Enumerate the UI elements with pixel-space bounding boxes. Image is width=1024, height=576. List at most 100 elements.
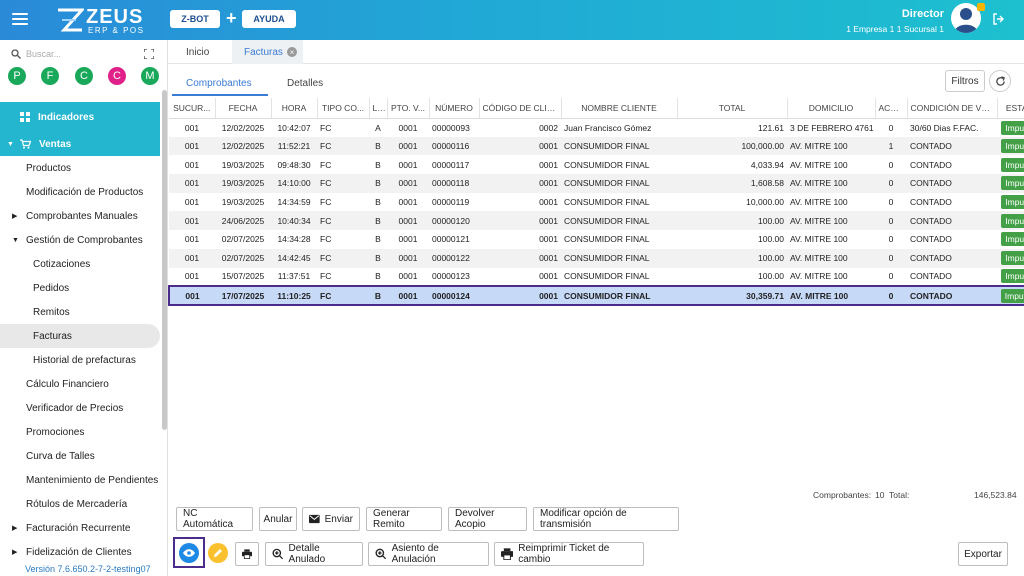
- table-row[interactable]: 001 19/03/2025 14:34:59 FC B 0001 00000119 0001…: [169, 193, 1024, 212]
- cell-hora: 14:42:45: [271, 248, 317, 268]
- total-label: Total:: [889, 490, 910, 500]
- cell-pto-venta: 0001: [398, 197, 418, 208]
- refresh-button[interactable]: [989, 70, 1011, 92]
- asiento-anulacion-button[interactable]: Asiento de Anulación: [368, 542, 489, 566]
- print-button[interactable]: [235, 542, 259, 566]
- cell-hora: 11:37:51: [277, 271, 311, 282]
- sidebar-item-facturas[interactable]: Facturas: [0, 324, 160, 348]
- ayuda-button[interactable]: AYUDA: [242, 10, 296, 28]
- table-row[interactable]: 001 02/07/2025 14:42:45 FC B 0001 00000122 0001…: [169, 248, 1024, 268]
- column-header-codigo-cliente[interactable]: CÓDIGO DE CLIEN...: [479, 98, 562, 119]
- column-header-nombre-cliente[interactable]: NOMBRE CLIENTE: [561, 98, 678, 119]
- sidebar-item-verificador-precios[interactable]: Verificador de Precios: [0, 396, 160, 420]
- comprobantes-count: 10: [875, 490, 885, 500]
- column-header-letra[interactable]: L...: [369, 98, 388, 119]
- cell-sucursal: 001: [184, 234, 200, 245]
- tab-inicio[interactable]: Inicio: [186, 40, 226, 64]
- exportar-button[interactable]: Exportar: [958, 542, 1008, 566]
- sidebar-item-label: Ventas: [39, 138, 72, 150]
- cell-tipo: FC: [320, 197, 332, 208]
- detalle-anulado-button[interactable]: Detalle Anulado: [265, 542, 363, 566]
- sidebar-scrollbar[interactable]: [162, 90, 167, 430]
- sidebar-item-curva-talles[interactable]: Curva de Talles: [0, 444, 160, 468]
- column-header-domicilio[interactable]: DOMICILIO: [787, 98, 876, 119]
- table-row[interactable]: 001 24/06/2025 10:40:34 FC B 0001 00000120 0001…: [169, 211, 1024, 231]
- edit-button[interactable]: [208, 543, 228, 563]
- column-header-condicion-venta[interactable]: CONDICIÓN DE VEN...: [907, 98, 998, 119]
- tab-detalles[interactable]: Detalles: [287, 78, 323, 89]
- status-badge: Imputado: [1001, 120, 1024, 135]
- cell-tipo: FC: [317, 285, 369, 306]
- devolver-acopio-button[interactable]: Devolver Acopio: [448, 507, 527, 531]
- column-header-fecha[interactable]: FECHA: [215, 98, 272, 119]
- table-row[interactable]: 001 19/03/2025 14:10:00 FC B 0001 00000118 0001…: [169, 174, 1024, 193]
- table-row[interactable]: 001 17/07/2025 11:10:25 FC B 0001 00000124 0001…: [168, 285, 1024, 306]
- quick-access-c[interactable]: C: [75, 67, 93, 85]
- column-header-acopio[interactable]: ACO...: [875, 98, 908, 119]
- table-row[interactable]: 001 12/02/2025 11:52:21 FC B 0001 00000116 0001…: [169, 136, 1024, 156]
- table-row[interactable]: 001 12/02/2025 10:42:07 FC A 0001 00000093 0002…: [169, 118, 1024, 137]
- sidebar-item-facturacion-recurrente[interactable]: ▶ Facturación Recurrente: [0, 516, 160, 540]
- table-row[interactable]: 001 15/07/2025 11:37:51 FC B 0001 00000123 0001…: [169, 268, 1024, 287]
- cell-sucursal: 001: [169, 248, 215, 268]
- cell-estado: Imputado: [997, 230, 1024, 249]
- sidebar-item-calculo-financiero[interactable]: Cálculo Financiero: [0, 372, 160, 396]
- status-badge: Imputado: [1001, 213, 1024, 228]
- sidebar-item-pedidos[interactable]: Pedidos: [0, 276, 160, 300]
- reimprimir-ticket-button[interactable]: Reimprimir Ticket de cambio: [494, 542, 644, 566]
- zeus-logo[interactable]: ZEUS ERP & POS: [56, 5, 146, 37]
- cell-tipo: FC: [320, 122, 332, 133]
- sidebar-item-promociones[interactable]: Promociones: [0, 420, 160, 444]
- cell-hora: 14:34:28: [277, 234, 311, 245]
- sidebar-item-mantenimiento-pendientes[interactable]: Mantenimiento de Pendientes: [0, 468, 160, 492]
- menu-icon[interactable]: [12, 13, 28, 25]
- cell-nombre-cliente: CONSUMIDOR FINAL: [561, 248, 677, 268]
- sidebar-item-indicadores[interactable]: Indicadores: [0, 102, 160, 132]
- column-header-pto-venta[interactable]: PTO. V...: [387, 98, 430, 119]
- quick-access-p[interactable]: P: [8, 67, 26, 85]
- column-header-hora[interactable]: HORA: [271, 98, 318, 119]
- sidebar-item-cotizaciones[interactable]: Cotizaciones: [0, 252, 160, 276]
- expand-icon[interactable]: [144, 49, 154, 59]
- cell-letra: B: [375, 234, 381, 245]
- zbot-button[interactable]: Z-BOT: [170, 10, 220, 28]
- sidebar-search[interactable]: Buscar...: [8, 46, 158, 64]
- cell-hora: 11:52:21: [271, 136, 317, 156]
- enviar-button[interactable]: Enviar: [302, 507, 360, 531]
- close-icon[interactable]: ×: [286, 47, 297, 57]
- cell-hora: 14:34:59: [277, 197, 311, 208]
- sidebar-item-modificacion-productos[interactable]: Modificación de Productos: [0, 180, 160, 204]
- sidebar-item-remitos[interactable]: Remitos: [0, 300, 160, 324]
- sidebar-item-ventas[interactable]: ▼ Ventas: [0, 132, 160, 156]
- tab-comprobantes[interactable]: Comprobantes: [186, 78, 252, 89]
- status-badge: Imputado: [1001, 232, 1024, 247]
- tab-facturas[interactable]: Facturas ×: [232, 40, 303, 64]
- active-tab-indicator: [172, 94, 268, 96]
- column-header-estado[interactable]: ESTADO: [997, 98, 1024, 119]
- column-header-numero[interactable]: NÚMERO: [429, 98, 480, 119]
- sidebar-item-fidelizacion-clientes[interactable]: ▶ Fidelización de Clientes: [0, 540, 160, 564]
- cell-letra: B: [369, 211, 387, 231]
- sidebar-item-gestion-comprobantes[interactable]: ▼ Gestión de Comprobantes: [0, 228, 160, 252]
- cell-nombre-cliente: CONSUMIDOR FINAL: [561, 285, 677, 306]
- filtros-button[interactable]: Filtros: [945, 70, 985, 92]
- sidebar-item-rotulos-mercaderia[interactable]: Rótulos de Mercadería: [0, 492, 160, 516]
- generar-remito-button[interactable]: Generar Remito: [366, 507, 442, 531]
- quick-access-m[interactable]: M: [141, 67, 159, 85]
- table-row[interactable]: 001 19/03/2025 09:48:30 FC B 0001 00000117 0001…: [169, 155, 1024, 174]
- sidebar-item-comprobantes-manuales[interactable]: ▶ Comprobantes Manuales: [0, 204, 160, 228]
- modificar-transmision-button[interactable]: Modificar opción de transmisión: [533, 507, 679, 531]
- anular-button[interactable]: Anular: [259, 507, 297, 531]
- sidebar-item-historial-prefacturas[interactable]: Historial de prefacturas: [0, 348, 160, 372]
- sidebar-item-productos[interactable]: Productos: [0, 156, 160, 180]
- quick-access-f[interactable]: F: [41, 67, 59, 85]
- nc-automatica-button[interactable]: NC Automática: [176, 507, 253, 531]
- column-header-total[interactable]: TOTAL: [677, 98, 788, 119]
- logout-icon[interactable]: [992, 13, 1004, 25]
- quick-access-c2[interactable]: C: [108, 67, 126, 85]
- view-button[interactable]: [179, 543, 199, 563]
- chevron-right-icon: ▶: [12, 213, 18, 220]
- column-header-sucursal[interactable]: SUCUR...: [169, 98, 216, 119]
- column-header-tipo[interactable]: TIPO CO...: [317, 98, 370, 119]
- table-row[interactable]: 001 02/07/2025 14:34:28 FC B 0001 00000121 0001…: [169, 230, 1024, 249]
